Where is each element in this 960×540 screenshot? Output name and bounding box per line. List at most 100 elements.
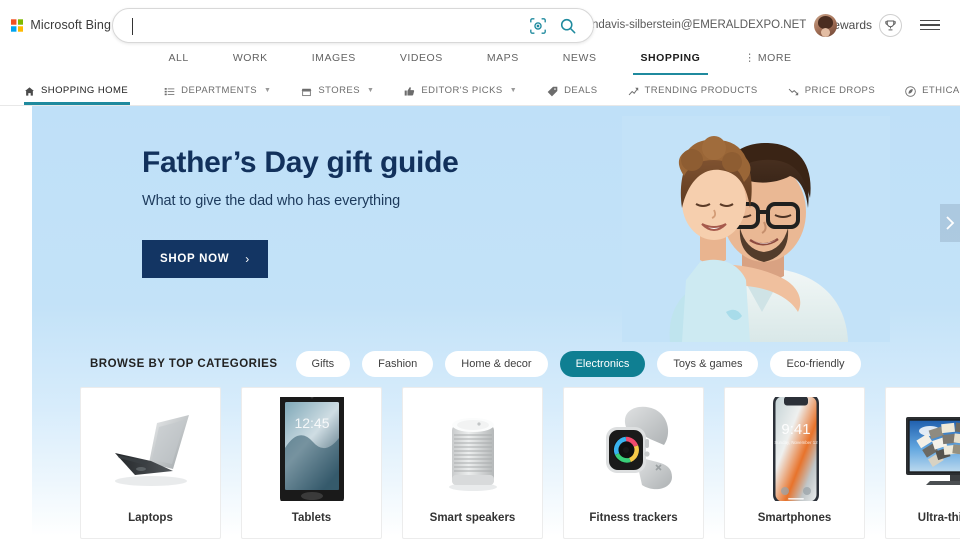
- bing-logo[interactable]: Microsoft Bing: [11, 18, 111, 33]
- chevron-down-icon: ▼: [366, 87, 375, 94]
- hero-subtitle: What to give the dad who has everything: [142, 193, 401, 209]
- hero-image: [622, 116, 890, 342]
- nav-label: PRICE DROPS: [804, 85, 876, 96]
- product-card-tablets[interactable]: 12:45 Tablets: [241, 387, 382, 539]
- tab-shopping[interactable]: SHOPPING: [619, 50, 723, 75]
- shopping-nav-stores[interactable]: STORES ▼: [301, 78, 388, 104]
- nav-label: EDITOR'S PICKS: [421, 85, 503, 96]
- product-label: Smart speakers: [429, 512, 516, 524]
- tab-label: ALL: [168, 52, 189, 64]
- product-card-ultra-thin-tvs[interactable]: Ultra-thin TVs: [885, 387, 960, 539]
- chip-home-decor[interactable]: Home & decor: [445, 351, 548, 377]
- nav-label: DEALS: [564, 85, 598, 96]
- product-label: Smartphones: [757, 512, 832, 524]
- product-card-smartphones[interactable]: 9:41 Sunday, November 12 Smartphones: [724, 387, 865, 539]
- tab-label: WORK: [232, 52, 268, 64]
- trend-up-icon: [628, 87, 638, 95]
- shop-now-button[interactable]: SHOP NOW ›: [142, 240, 268, 278]
- laptop-image: [95, 397, 207, 501]
- shopping-nav-trending-products[interactable]: TRENDING PRODUCTS: [628, 78, 772, 104]
- chip-electronics[interactable]: Electronics: [559, 351, 646, 377]
- chip-toys-games[interactable]: Toys & games: [657, 351, 759, 377]
- chevron-down-icon: ▼: [264, 87, 272, 94]
- product-label: Ultra-thin TVs: [917, 512, 960, 524]
- chip-gifts[interactable]: Gifts: [295, 351, 351, 377]
- smartwatch-image: [578, 397, 690, 501]
- chip-eco-friendly[interactable]: Eco-friendly: [770, 351, 861, 377]
- product-card-laptops[interactable]: Laptops: [80, 387, 221, 539]
- chip-fashion[interactable]: Fashion: [362, 351, 434, 377]
- tab-label: MAPS: [486, 52, 519, 64]
- smart-speaker-image: [417, 397, 529, 501]
- nav-label: TRENDING PRODUCTS: [644, 85, 758, 96]
- tab-more[interactable]: ⋮ MORE: [722, 50, 813, 75]
- shopping-nav-price-drops[interactable]: PRICE DROPS: [788, 78, 889, 104]
- top-bar: Microsoft Bing ndavis-silberstein@EMERAL…: [0, 0, 960, 50]
- shopping-nav-departments[interactable]: DEPARTMENTS ▼: [164, 78, 285, 104]
- product-label: Fitness trackers: [589, 512, 678, 524]
- leaf-circle-icon: [905, 85, 916, 97]
- product-card-smart-speakers[interactable]: Smart speakers: [402, 387, 543, 539]
- nav-label: ETHICAL SHOPPING: [922, 85, 960, 96]
- thumbs-up-icon: [405, 86, 415, 96]
- page-canvas: Father’s Day gift guide What to give the…: [0, 106, 960, 539]
- tab-label: IMAGES: [311, 52, 356, 64]
- shop-now-label: SHOP NOW: [160, 253, 230, 265]
- hero-stage: Father’s Day gift guide What to give the…: [32, 106, 960, 539]
- chevron-right-icon: [946, 216, 955, 230]
- brand-label: Microsoft Bing: [30, 18, 111, 32]
- tab-label: NEWS: [562, 52, 597, 64]
- svg-text:9:41: 9:41: [781, 421, 810, 438]
- shopping-nav-ethical-shopping[interactable]: ETHICAL SHOPPING: [905, 78, 960, 104]
- tab-videos[interactable]: VIDEOS: [378, 50, 465, 75]
- tab-label: MORE: [757, 52, 792, 64]
- account-area[interactable]: ndavis-silberstein@EMERALDEXPO.NET: [592, 0, 838, 50]
- hamburger-icon[interactable]: [920, 0, 940, 50]
- product-card-fitness-trackers[interactable]: Fitness trackers: [563, 387, 704, 539]
- home-icon: [25, 86, 34, 96]
- browse-categories-title: BROWSE BY TOP CATEGORIES: [90, 358, 278, 370]
- tab-news[interactable]: NEWS: [541, 50, 619, 75]
- magnifier-icon[interactable]: [559, 17, 577, 35]
- tab-label: SHOPPING: [640, 52, 701, 64]
- television-image: [900, 397, 960, 501]
- nav-label: DEPARTMENTS: [181, 85, 257, 96]
- nav-label: SHOPPING HOME: [41, 85, 129, 96]
- avatar[interactable]: [814, 13, 838, 37]
- svg-text:12:45: 12:45: [294, 415, 329, 431]
- account-email: ndavis-silberstein@EMERALDEXPO.NET: [592, 19, 807, 31]
- camera-search-icon[interactable]: [529, 17, 547, 35]
- smartphone-image: 9:41 Sunday, November 12: [739, 397, 851, 501]
- hero-banner: Father’s Day gift guide What to give the…: [142, 146, 572, 278]
- shopping-nav: SHOPPING HOME DEPARTMENTS ▼ STORES ▼ EDI…: [0, 78, 960, 106]
- tablet-image: 12:45: [256, 397, 368, 501]
- chevron-right-icon: ›: [245, 252, 250, 266]
- chevron-down-icon: ▼: [509, 87, 518, 94]
- hero-title: Father’s Day gift guide: [142, 146, 459, 179]
- shopping-nav-editors-picks[interactable]: EDITOR'S PICKS ▼: [404, 78, 531, 104]
- store-icon: [302, 88, 312, 96]
- tab-work[interactable]: WORK: [211, 50, 290, 75]
- product-label: Tablets: [291, 512, 332, 524]
- vertical-search-nav: ALL WORK IMAGES VIDEOS MAPS NEWS SHOPPIN…: [0, 50, 960, 78]
- search-input[interactable]: [113, 18, 529, 33]
- microsoft-logo-icon: [11, 18, 24, 32]
- shopping-nav-home[interactable]: SHOPPING HOME: [24, 78, 142, 105]
- shopping-nav-deals[interactable]: DEALS: [547, 78, 611, 104]
- tab-maps[interactable]: MAPS: [465, 50, 541, 75]
- trophy-icon[interactable]: [879, 13, 902, 37]
- tab-all[interactable]: ALL: [146, 50, 210, 75]
- carousel-next-button[interactable]: [940, 204, 960, 242]
- tab-label: VIDEOS: [399, 52, 443, 64]
- product-label: Laptops: [128, 512, 173, 524]
- tab-images[interactable]: IMAGES: [290, 50, 378, 75]
- text-cursor: [132, 18, 133, 35]
- nav-label: STORES: [318, 85, 360, 96]
- product-card-row: Laptops 12:45 Tablets Smart speakers Fit…: [80, 387, 960, 539]
- search-box[interactable]: [112, 8, 594, 43]
- trend-down-icon: [788, 88, 798, 95]
- category-chip-bar: BROWSE BY TOP CATEGORIES Gifts Fashion H…: [90, 351, 861, 377]
- more-dots-icon: ⋮: [744, 52, 755, 64]
- list-icon: [164, 87, 175, 95]
- svg-text:Sunday, November 12: Sunday, November 12: [774, 440, 818, 445]
